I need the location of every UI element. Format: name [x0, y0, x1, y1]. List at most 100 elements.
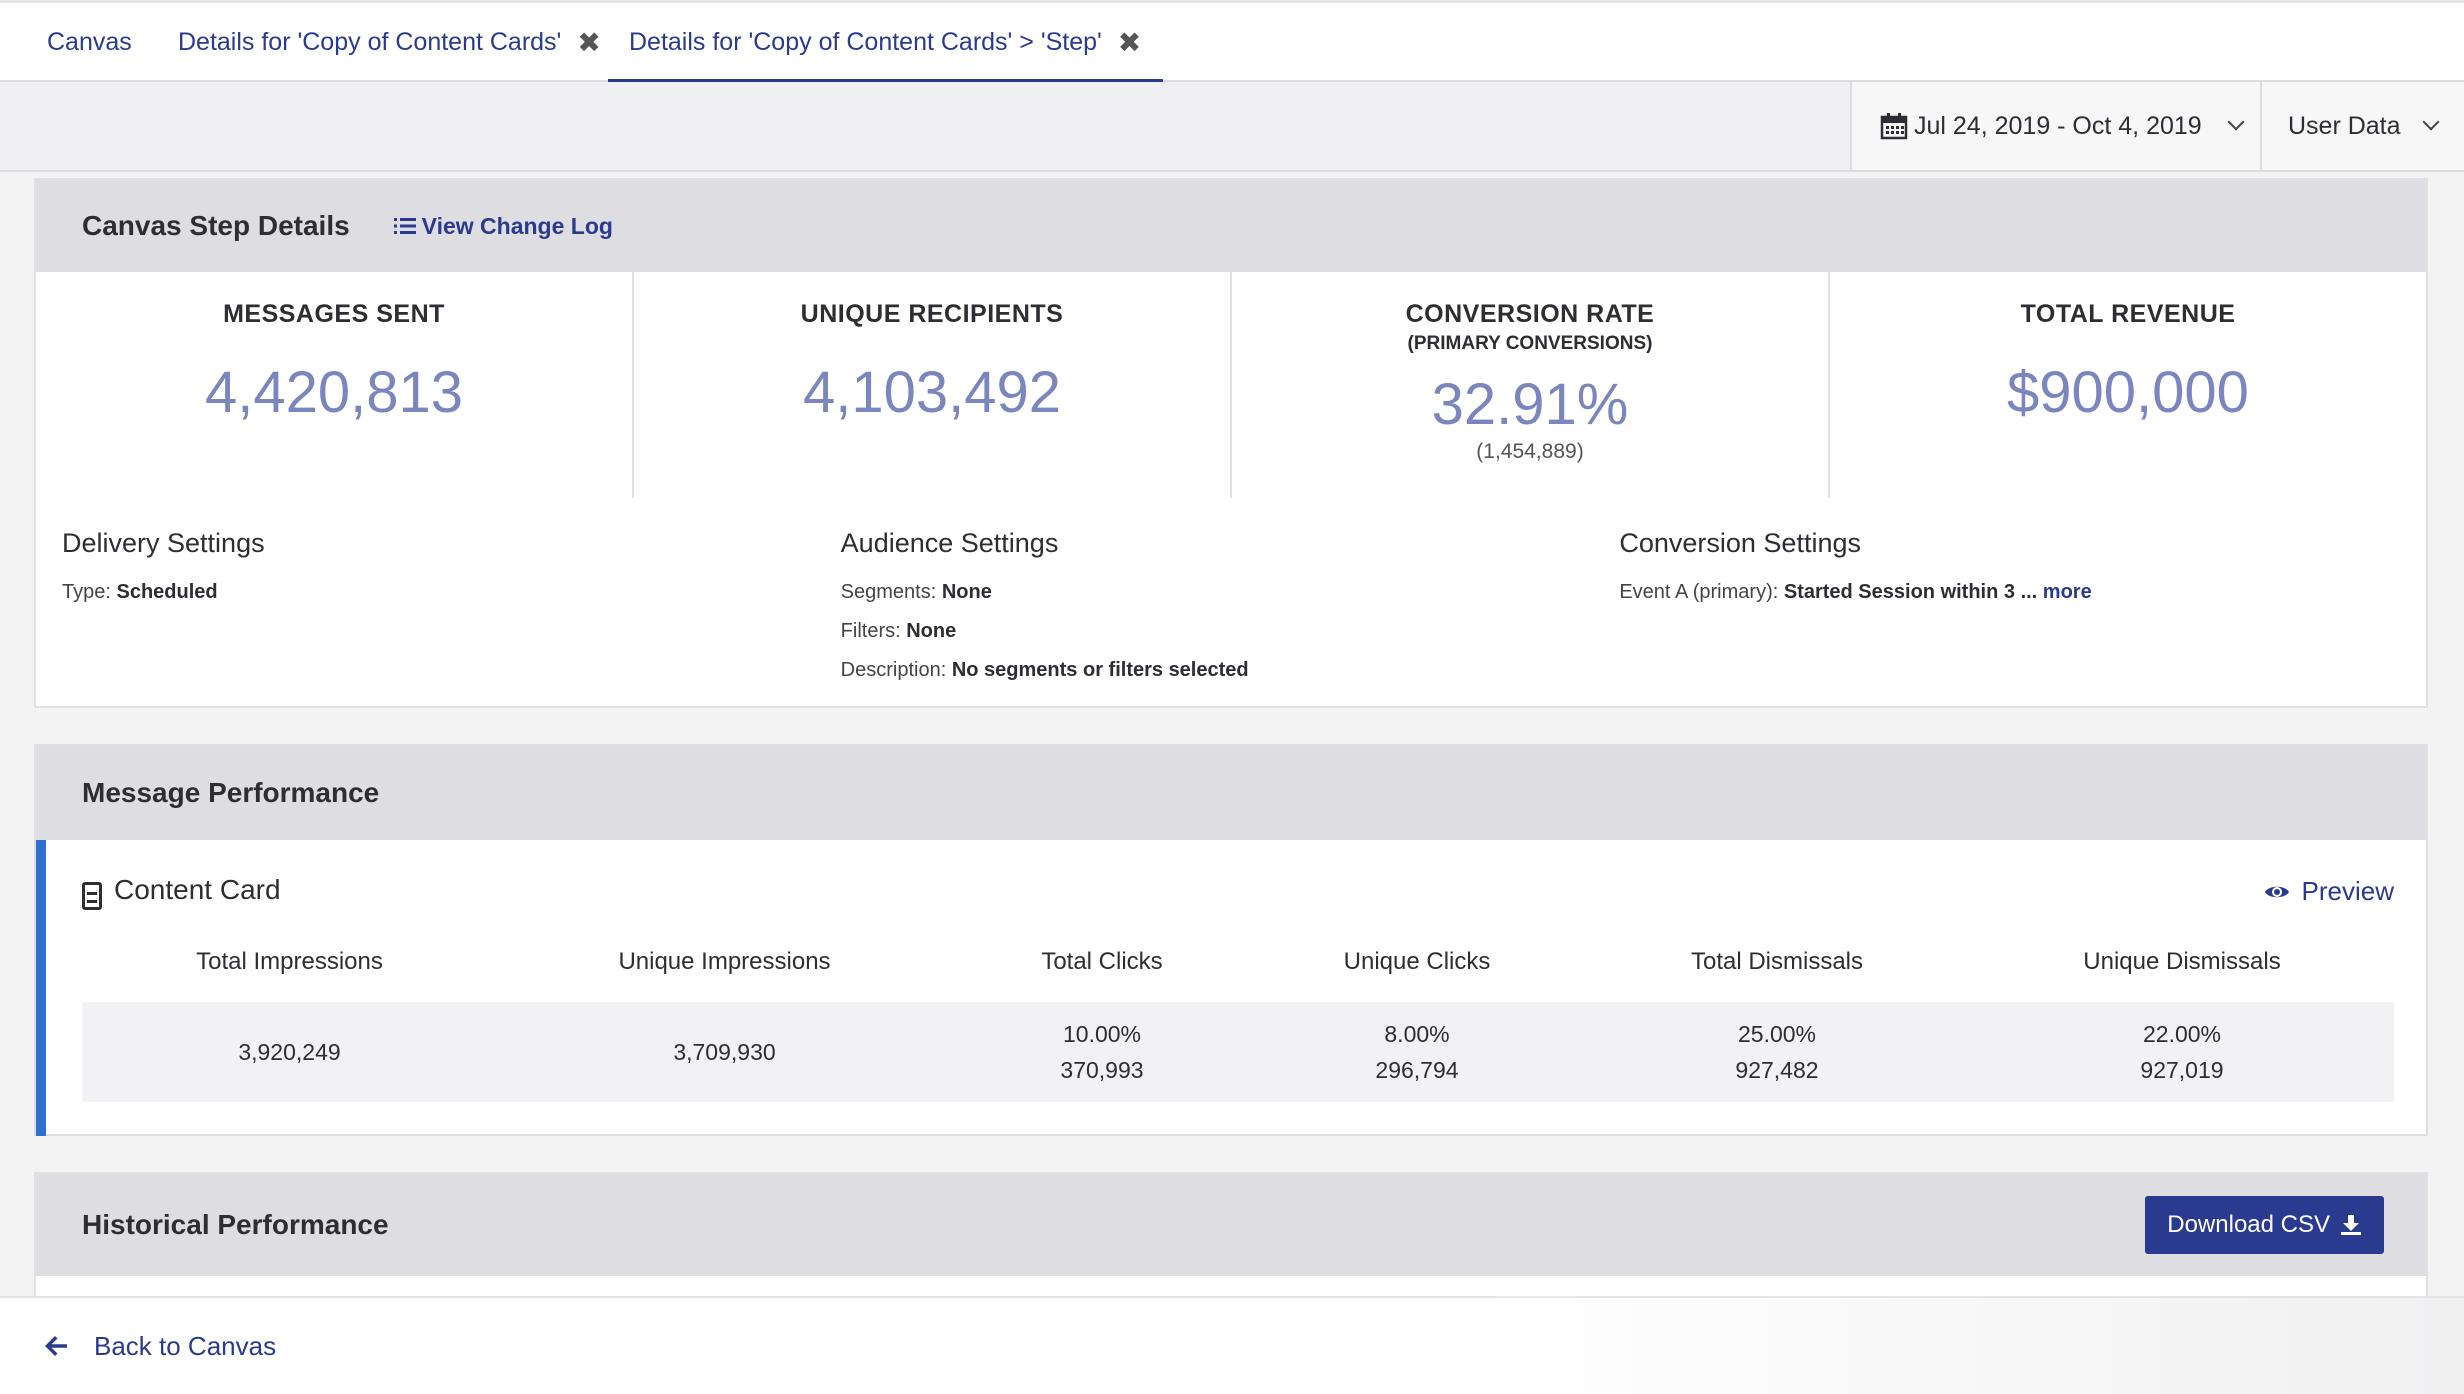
step-details-header: Canvas Step Details View Change Log — [36, 180, 2426, 272]
setting-label: Filters: — [840, 620, 901, 642]
setting-description: Description: No segments or filters sele… — [841, 659, 1620, 682]
setting-value: Started Session within 3 ... — [1783, 581, 2038, 603]
filter-bar: Jul 24, 2019 - Oct 4, 2019 User Data — [0, 82, 2464, 172]
chevron-down-icon — [2422, 113, 2440, 131]
kpi-label: UNIQUE RECIPIENTS — [800, 300, 1064, 328]
tab-step-details[interactable]: Details for 'Copy of Content Cards' > 'S… — [608, 3, 1164, 83]
content-card-icon — [82, 882, 102, 910]
kpi-value: 4,103,492 — [802, 360, 1062, 425]
back-label: Back to Canvas — [94, 1330, 277, 1361]
metric-value: 927,482 — [1735, 1057, 1819, 1083]
setting-label: Type: — [62, 581, 111, 603]
channel-name: Content Card — [114, 874, 281, 905]
tab-bar: Canvas Details for 'Copy of Content Card… — [0, 0, 2464, 83]
kpi-value: 32.91% — [1431, 372, 1629, 437]
data-type-select[interactable]: User Data — [2260, 82, 2464, 170]
column-header: Unique Dismissals — [2083, 948, 2281, 975]
column-header: Total Dismissals — [1690, 948, 1864, 975]
metric-value: 370,993 — [1060, 1057, 1144, 1083]
change-log-label: View Change Log — [421, 212, 613, 239]
close-icon[interactable]: ✖ — [577, 26, 600, 59]
metric-value: 296,794 — [1375, 1057, 1459, 1083]
historical-performance-card: Historical Performance Download CSV — [34, 1172, 2428, 1296]
download-icon — [2341, 1215, 2361, 1235]
tab-canvas[interactable]: Canvas — [47, 3, 132, 82]
setting-label: Segments: — [840, 581, 937, 603]
list-icon — [393, 218, 416, 234]
settings-title: Audience Settings — [840, 528, 1059, 558]
kpi-total-revenue: TOTAL REVENUE $900,000 — [1830, 272, 2426, 498]
setting-type: Type: Scheduled — [62, 581, 841, 604]
tab-label: Canvas — [47, 28, 132, 56]
setting-label: Event A (primary): — [1619, 581, 1779, 603]
kpi-value: 4,420,813 — [204, 360, 464, 425]
content-card-panel: Content Card Preview Total Impressions U… — [36, 840, 2426, 1136]
setting-value: None — [906, 620, 957, 642]
metric-cell: 22.00% 927,019 — [1972, 1016, 2392, 1088]
tab-label: Details for 'Copy of Content Cards' > 'S… — [629, 28, 1102, 56]
table-row: 3,920,249 3,709,930 10.00% 370,993 8.00%… — [82, 1002, 2394, 1102]
section-title: Canvas Step Details — [82, 210, 350, 241]
setting-filters: Filters: None — [841, 620, 1620, 643]
eye-icon — [2265, 886, 2290, 898]
kpi-messages-sent: MESSAGES SENT 4,420,813 — [36, 272, 634, 498]
data-type-value: User Data — [2288, 111, 2401, 140]
column-header: Unique Impressions — [618, 948, 831, 975]
preview-button[interactable]: Preview — [2264, 876, 2394, 907]
metric-value: 3,920,249 — [238, 1039, 341, 1065]
metric-value: 927,019 — [2140, 1057, 2224, 1083]
kpi-sublabel: (PRIMARY CONVERSIONS) — [1407, 333, 1653, 354]
calendar-icon — [1880, 113, 1908, 140]
metric-percent: 10.00% — [1062, 1021, 1141, 1047]
date-range-picker[interactable]: Jul 24, 2019 - Oct 4, 2019 — [1850, 82, 2260, 170]
metric-percent: 25.00% — [1737, 1021, 1816, 1047]
audience-settings: Audience Settings Segments: None Filters… — [841, 528, 1620, 698]
kpi-label: TOTAL REVENUE — [2020, 300, 2236, 328]
message-performance-header: Message Performance — [36, 746, 2426, 840]
kpi-value: $900,000 — [2007, 360, 2249, 425]
kpi-label: CONVERSION RATE — [1405, 300, 1655, 328]
view-change-log-link[interactable]: View Change Log — [393, 212, 613, 240]
setting-event: Event A (primary): Started Session withi… — [1619, 581, 2398, 604]
more-link[interactable]: more — [2043, 581, 2092, 603]
preview-label: Preview — [2301, 876, 2394, 906]
channel-title: Content Card — [82, 874, 281, 910]
download-csv-label: Download CSV — [2167, 1211, 2330, 1238]
kpi-unique-recipients: UNIQUE RECIPIENTS 4,103,492 — [634, 272, 1232, 498]
kpi-conversion-rate: CONVERSION RATE (PRIMARY CONVERSIONS) 32… — [1232, 272, 1830, 498]
metric-cell: 10.00% 370,993 — [952, 1016, 1252, 1088]
tab-canvas-details[interactable]: Details for 'Copy of Content Cards' ✖ — [178, 3, 601, 82]
kpi-row: MESSAGES SENT 4,420,813 UNIQUE RECIPIENT… — [36, 272, 2426, 498]
kpi-count: (1,454,889) — [1476, 440, 1584, 463]
metric-cell: 3,920,249 — [82, 1034, 497, 1070]
section-title: Message Performance — [82, 777, 380, 808]
back-to-canvas-link[interactable]: Back to Canvas — [44, 1331, 276, 1362]
message-performance-card: Message Performance Content Card Preview… — [34, 744, 2428, 1136]
metric-cell: 8.00% 296,794 — [1252, 1016, 1582, 1088]
setting-value: None — [941, 581, 992, 603]
arrow-left-icon — [45, 1336, 67, 1356]
column-header: Total Impressions — [196, 948, 383, 975]
settings-title: Delivery Settings — [62, 528, 265, 558]
settings-row: Delivery Settings Type: Scheduled Audien… — [36, 498, 2426, 718]
metric-value: 3,709,930 — [673, 1039, 776, 1065]
metric-percent: 22.00% — [2142, 1021, 2221, 1047]
metric-cell: 25.00% 927,482 — [1582, 1016, 1972, 1088]
setting-value: No segments or filters selected — [951, 659, 1249, 681]
chevron-down-icon — [2227, 113, 2245, 131]
metrics-header-row: Total Impressions Unique Impressions Tot… — [82, 948, 2394, 976]
kpi-label: MESSAGES SENT — [223, 300, 445, 328]
setting-segments: Segments: None — [841, 581, 1620, 604]
conversion-settings: Conversion Settings Event A (primary): S… — [1619, 528, 2398, 698]
column-header: Total Clicks — [1041, 948, 1163, 975]
close-icon[interactable]: ✖ — [1118, 26, 1141, 59]
metric-percent: 8.00% — [1384, 1021, 1450, 1047]
settings-title: Conversion Settings — [1619, 528, 1861, 558]
column-header: Unique Clicks — [1343, 948, 1491, 975]
download-csv-button[interactable]: Download CSV — [2145, 1196, 2384, 1254]
footer-bar: Back to Canvas — [0, 1296, 2464, 1394]
tab-label: Details for 'Copy of Content Cards' — [178, 28, 562, 56]
historical-performance-header: Historical Performance Download CSV — [36, 1174, 2426, 1276]
step-details-card: Canvas Step Details View Change Log MESS… — [34, 178, 2428, 708]
delivery-settings: Delivery Settings Type: Scheduled — [62, 528, 841, 698]
